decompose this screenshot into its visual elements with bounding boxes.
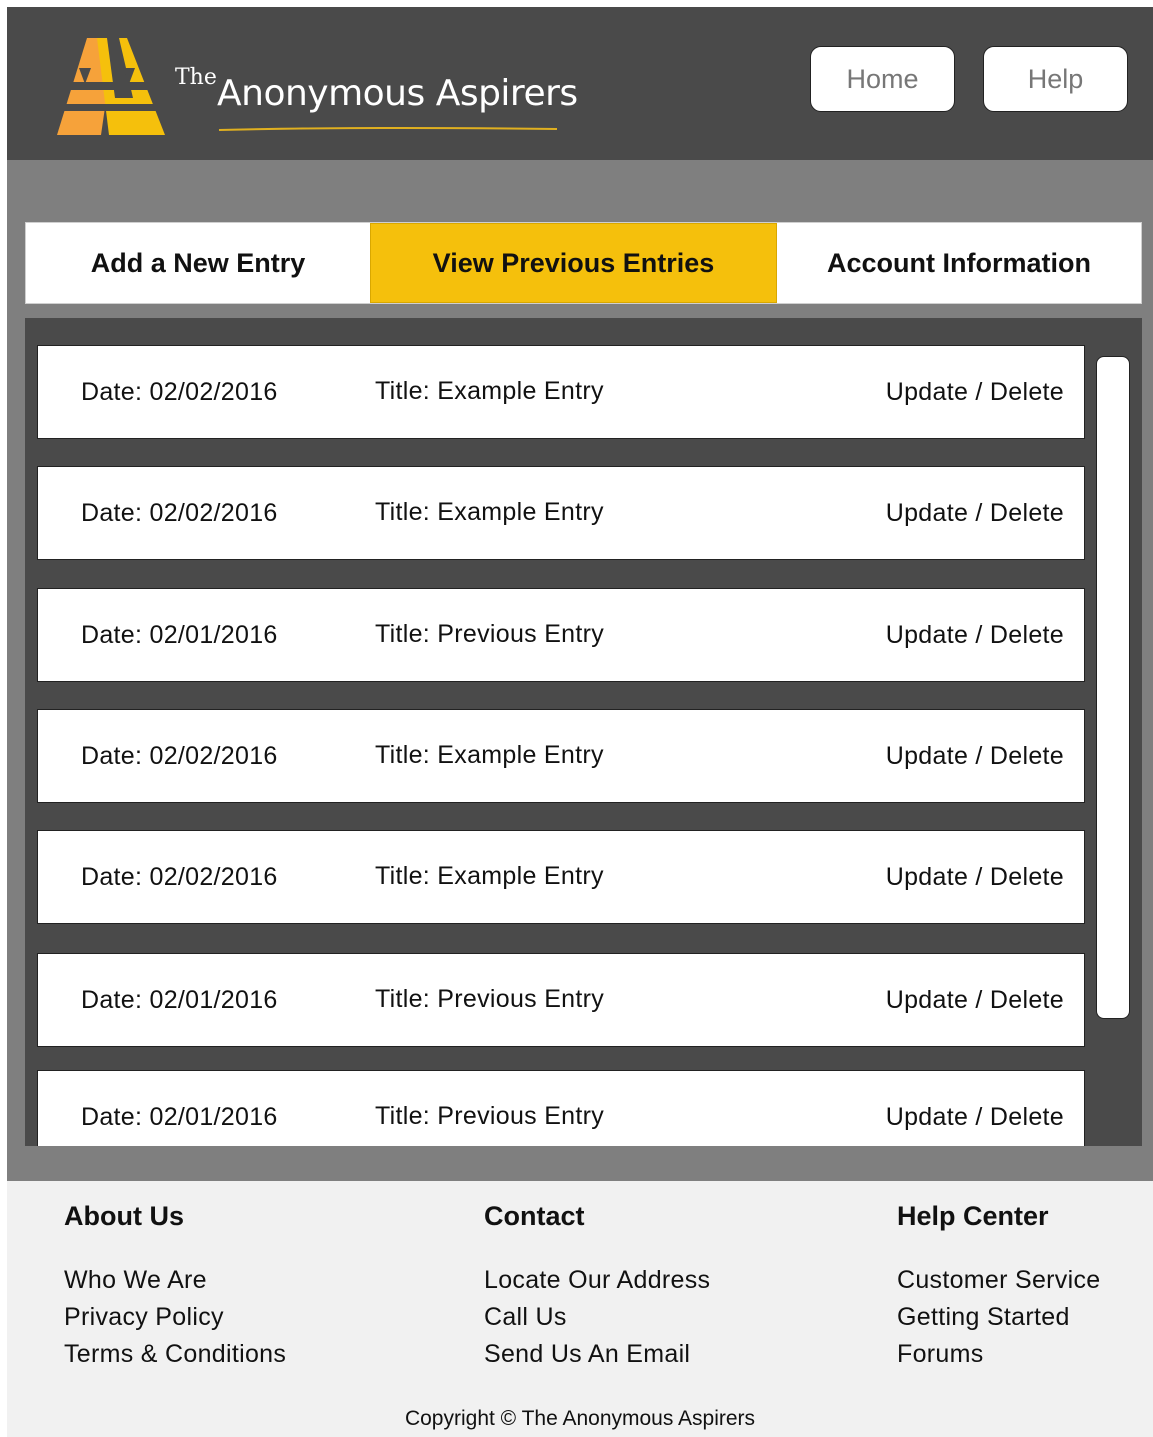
action-separator: / xyxy=(975,378,983,406)
home-button[interactable]: Home xyxy=(810,46,955,112)
action-separator: / xyxy=(975,742,983,770)
footer-about-column: About Us Who We Are Privacy Policy Terms… xyxy=(64,1201,286,1373)
entry-title[interactable]: Title: Example Entry xyxy=(375,498,604,527)
double-a-logo-icon[interactable] xyxy=(57,38,165,135)
footer-link-forums[interactable]: Forums xyxy=(897,1336,1100,1373)
update-link[interactable]: Update xyxy=(886,863,968,891)
footer-link-locate-address[interactable]: Locate Our Address xyxy=(484,1262,710,1299)
entry-actions: Update / Delete xyxy=(886,986,1064,1015)
entry-actions: Update / Delete xyxy=(886,499,1064,528)
footer-link-getting-started[interactable]: Getting Started xyxy=(897,1299,1100,1336)
entry-row: Date: 02/02/2016 Title: Example Entry Up… xyxy=(37,466,1085,560)
footer-link-privacy-policy[interactable]: Privacy Policy xyxy=(64,1299,286,1336)
entry-actions: Update / Delete xyxy=(886,378,1064,407)
entry-title[interactable]: Title: Example Entry xyxy=(375,377,604,406)
footer-contact-column: Contact Locate Our Address Call Us Send … xyxy=(484,1201,710,1373)
action-separator: / xyxy=(975,986,983,1014)
action-separator: / xyxy=(975,621,983,649)
delete-link[interactable]: Delete xyxy=(990,863,1064,891)
update-link[interactable]: Update xyxy=(886,1103,968,1131)
action-separator: / xyxy=(975,863,983,891)
entry-actions: Update / Delete xyxy=(886,621,1064,650)
delete-link[interactable]: Delete xyxy=(990,986,1064,1014)
footer-link-call-us[interactable]: Call Us xyxy=(484,1299,710,1336)
delete-link[interactable]: Delete xyxy=(990,1103,1064,1131)
tab-account-information[interactable]: Account Information xyxy=(777,223,1141,303)
brand-underline xyxy=(218,126,558,131)
update-link[interactable]: Update xyxy=(886,986,968,1014)
footer-heading-help-center: Help Center xyxy=(897,1201,1049,1231)
entry-row: Date: 02/01/2016 Title: Previous Entry U… xyxy=(37,1070,1085,1146)
site-footer: About Us Who We Are Privacy Policy Terms… xyxy=(7,1181,1153,1437)
update-link[interactable]: Update xyxy=(886,499,968,527)
entry-title[interactable]: Title: Previous Entry xyxy=(375,620,604,649)
app-frame: The Anonymous Aspirers Home Help Add a N… xyxy=(7,7,1153,1437)
action-separator: / xyxy=(975,499,983,527)
entry-row: Date: 02/01/2016 Title: Previous Entry U… xyxy=(37,953,1085,1047)
update-link[interactable]: Update xyxy=(886,742,968,770)
entry-actions: Update / Delete xyxy=(886,1103,1064,1132)
entry-date: Date: 02/01/2016 xyxy=(81,621,278,649)
help-button[interactable]: Help xyxy=(983,46,1128,112)
footer-link-terms[interactable]: Terms & Conditions xyxy=(64,1336,286,1373)
entry-date: Date: 02/02/2016 xyxy=(81,863,278,891)
brand-prefix: The xyxy=(175,65,217,90)
entry-date: Date: 02/01/2016 xyxy=(81,1103,278,1131)
entry-date: Date: 02/01/2016 xyxy=(81,986,278,1014)
entry-row: Date: 02/01/2016 Title: Previous Entry U… xyxy=(37,588,1085,682)
copyright-text: Copyright © The Anonymous Aspirers xyxy=(404,1407,756,1430)
entry-title[interactable]: Title: Example Entry xyxy=(375,741,604,770)
entry-title[interactable]: Title: Example Entry xyxy=(375,862,604,891)
entry-date: Date: 02/02/2016 xyxy=(81,378,278,406)
entry-actions: Update / Delete xyxy=(886,863,1064,892)
entry-title[interactable]: Title: Previous Entry xyxy=(375,985,604,1014)
update-link[interactable]: Update xyxy=(886,621,968,649)
site-header: The Anonymous Aspirers Home Help xyxy=(7,7,1153,160)
entry-title[interactable]: Title: Previous Entry xyxy=(375,1102,604,1131)
entry-date: Date: 02/02/2016 xyxy=(81,742,278,770)
tab-add-new-entry[interactable]: Add a New Entry xyxy=(26,223,370,303)
delete-link[interactable]: Delete xyxy=(990,621,1064,649)
tab-view-previous-entries[interactable]: View Previous Entries xyxy=(370,223,777,303)
update-link[interactable]: Update xyxy=(886,378,968,406)
entry-actions: Update / Delete xyxy=(886,742,1064,771)
footer-link-customer-service[interactable]: Customer Service xyxy=(897,1262,1100,1299)
delete-link[interactable]: Delete xyxy=(990,742,1064,770)
footer-link-email[interactable]: Send Us An Email xyxy=(484,1336,710,1373)
footer-heading-contact: Contact xyxy=(484,1201,585,1231)
entry-row: Date: 02/02/2016 Title: Example Entry Up… xyxy=(37,345,1085,439)
delete-link[interactable]: Delete xyxy=(990,378,1064,406)
footer-link-who-we-are[interactable]: Who We Are xyxy=(64,1262,286,1299)
entry-row: Date: 02/02/2016 Title: Example Entry Up… xyxy=(37,709,1085,803)
footer-heading-about: About Us xyxy=(64,1201,184,1231)
entries-scrollbar-thumb[interactable] xyxy=(1096,356,1130,1019)
brand-name: Anonymous Aspirers xyxy=(217,73,578,114)
entry-row: Date: 02/02/2016 Title: Example Entry Up… xyxy=(37,830,1085,924)
action-separator: / xyxy=(975,1103,983,1131)
delete-link[interactable]: Delete xyxy=(990,499,1064,527)
entry-date: Date: 02/02/2016 xyxy=(81,499,278,527)
entry-tabs: Add a New Entry View Previous Entries Ac… xyxy=(25,222,1142,304)
footer-help-column: Help Center Customer Service Getting Sta… xyxy=(897,1201,1100,1373)
entries-panel: Date: 02/02/2016 Title: Example Entry Up… xyxy=(25,318,1142,1146)
